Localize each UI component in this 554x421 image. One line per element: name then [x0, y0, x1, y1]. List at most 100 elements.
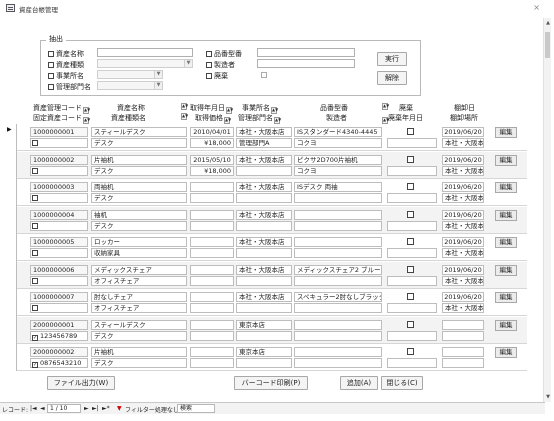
asset-code-field[interactable]: 1000000006: [30, 265, 88, 275]
fixed-code-field[interactable]: ✓ 0876543210: [30, 358, 88, 368]
disposal-date-field[interactable]: [387, 221, 437, 231]
dept-field[interactable]: [236, 193, 292, 203]
disposal-date-field[interactable]: [387, 138, 437, 148]
disposal-checkbox[interactable]: [407, 156, 414, 163]
asset-name-checkbox[interactable]: [48, 51, 54, 57]
maker-field[interactable]: コクヨ: [294, 138, 382, 148]
filter-status[interactable]: フィルター処理なし: [125, 405, 179, 414]
asset-name-field[interactable]: スティールデスク: [91, 320, 187, 330]
asset-type-field[interactable]: デスク: [91, 138, 187, 148]
inventory-date-field[interactable]: 2019/06/20: [442, 210, 484, 220]
disposal-date-field[interactable]: [387, 276, 437, 286]
inventory-date-field[interactable]: 2019/06/20: [442, 155, 484, 165]
horizontal-scrollbar[interactable]: [220, 403, 545, 413]
price-field[interactable]: [190, 331, 234, 341]
asset-type-field[interactable]: デスク: [91, 358, 187, 368]
sort-icon[interactable]: ▲▼: [83, 117, 90, 124]
dept-field[interactable]: [236, 166, 292, 176]
vertical-scrollbar[interactable]: ▲ ▼: [543, 18, 551, 402]
office-field[interactable]: 東京本店: [236, 320, 292, 330]
asset-name-field[interactable]: 袖机: [91, 210, 187, 220]
model-field[interactable]: メディックスチェア2 ブルー: [294, 265, 382, 275]
inventory-date-field[interactable]: 2019/06/20: [442, 127, 484, 137]
maker-field[interactable]: [294, 303, 382, 313]
dept-field[interactable]: 管理部門A: [236, 138, 292, 148]
file-output-button[interactable]: ファイル出力(W): [47, 376, 115, 390]
price-field[interactable]: [190, 358, 234, 368]
office-field[interactable]: 本社・大阪本店: [236, 265, 292, 275]
inventory-place-field[interactable]: 本社・大阪本: [442, 303, 484, 313]
sort-icon[interactable]: ▲▼: [181, 113, 188, 120]
acquired-date-field[interactable]: [190, 347, 234, 357]
run-button[interactable]: 実行: [377, 52, 407, 66]
price-field[interactable]: [190, 276, 234, 286]
asset-type-field[interactable]: オフィスチェア: [91, 303, 187, 313]
first-record-button[interactable]: |◄: [30, 405, 37, 412]
checkbox-icon[interactable]: [32, 305, 38, 311]
asset-code-field[interactable]: 1000000005: [30, 237, 88, 247]
acquired-date-field[interactable]: [190, 265, 234, 275]
header-disposal[interactable]: 廃棄: [399, 103, 413, 113]
price-field[interactable]: [190, 303, 234, 313]
disposal-date-field[interactable]: [387, 358, 437, 368]
office-dropdown[interactable]: ▼: [97, 70, 163, 79]
acquired-date-field[interactable]: 2015/05/10: [190, 155, 234, 165]
model-field[interactable]: ISスタンダード4340-4445: [294, 127, 382, 137]
asset-code-field[interactable]: 2000000001: [30, 320, 88, 330]
maker-field[interactable]: [294, 358, 382, 368]
inventory-date-field[interactable]: [442, 320, 484, 330]
chevron-down-icon[interactable]: ▼: [154, 71, 162, 78]
dept-field[interactable]: [236, 331, 292, 341]
dept-field[interactable]: [236, 358, 292, 368]
disposal-value-checkbox[interactable]: [261, 72, 267, 78]
asset-code-field[interactable]: 1000000002: [30, 155, 88, 165]
asset-name-field[interactable]: 片袖机: [91, 347, 187, 357]
record-selector-column[interactable]: [5, 124, 17, 371]
dept-field[interactable]: [236, 276, 292, 286]
disposal-checkbox[interactable]: [206, 73, 212, 79]
maker-field[interactable]: [294, 221, 382, 231]
inventory-date-field[interactable]: [442, 347, 484, 357]
asset-type-dropdown[interactable]: ▼: [97, 59, 193, 68]
inventory-place-field[interactable]: 本社・大阪本: [442, 221, 484, 231]
office-field[interactable]: 本社・大阪本店: [236, 127, 292, 137]
inventory-place-field[interactable]: [442, 358, 484, 368]
disposal-checkbox[interactable]: [407, 211, 414, 218]
disposal-checkbox[interactable]: [407, 348, 414, 355]
asset-name-field[interactable]: スティールデスク: [91, 127, 187, 137]
disposal-date-field[interactable]: [387, 303, 437, 313]
model-input[interactable]: [257, 48, 355, 57]
header-disposal-date[interactable]: ▲▼廃棄年月日: [381, 113, 423, 124]
disposal-checkbox[interactable]: [407, 293, 414, 300]
price-field[interactable]: [190, 221, 234, 231]
prev-record-button[interactable]: ◄: [40, 405, 45, 412]
office-field[interactable]: 本社・大阪本店: [236, 292, 292, 302]
asset-name-field[interactable]: 両袖机: [91, 182, 187, 192]
office-field[interactable]: 本社・大阪本店: [236, 210, 292, 220]
maker-field[interactable]: [294, 248, 382, 258]
fixed-code-field[interactable]: [30, 248, 88, 258]
inventory-place-field[interactable]: [442, 331, 484, 341]
checkbox-icon[interactable]: [32, 278, 38, 284]
fixed-code-field[interactable]: [30, 138, 88, 148]
asset-code-field[interactable]: 2000000002: [30, 347, 88, 357]
checkbox-icon[interactable]: [32, 168, 38, 174]
acquired-date-field[interactable]: [190, 237, 234, 247]
sort-icon[interactable]: ▲▼: [274, 117, 281, 124]
asset-code-field[interactable]: 1000000001: [30, 127, 88, 137]
model-field[interactable]: [294, 320, 382, 330]
office-field[interactable]: 本社・大阪本店: [236, 237, 292, 247]
asset-type-checkbox[interactable]: [48, 62, 54, 68]
header-price[interactable]: 取得価格 ▲▼: [195, 113, 231, 124]
acquired-date-field[interactable]: [190, 210, 234, 220]
maker-field[interactable]: [294, 193, 382, 203]
inventory-date-field[interactable]: 2019/06/20: [442, 265, 484, 275]
inventory-place-field[interactable]: 本社・大阪本: [442, 166, 484, 176]
inventory-place-field[interactable]: 本社・大阪本: [442, 193, 484, 203]
header-fixed-code[interactable]: 固定資産コード ▲▼: [33, 113, 90, 124]
acquired-date-field[interactable]: [190, 182, 234, 192]
edit-button[interactable]: 編集: [495, 127, 517, 138]
maker-input[interactable]: [257, 59, 355, 68]
edit-button[interactable]: 編集: [495, 237, 517, 248]
dept-field[interactable]: [236, 248, 292, 258]
